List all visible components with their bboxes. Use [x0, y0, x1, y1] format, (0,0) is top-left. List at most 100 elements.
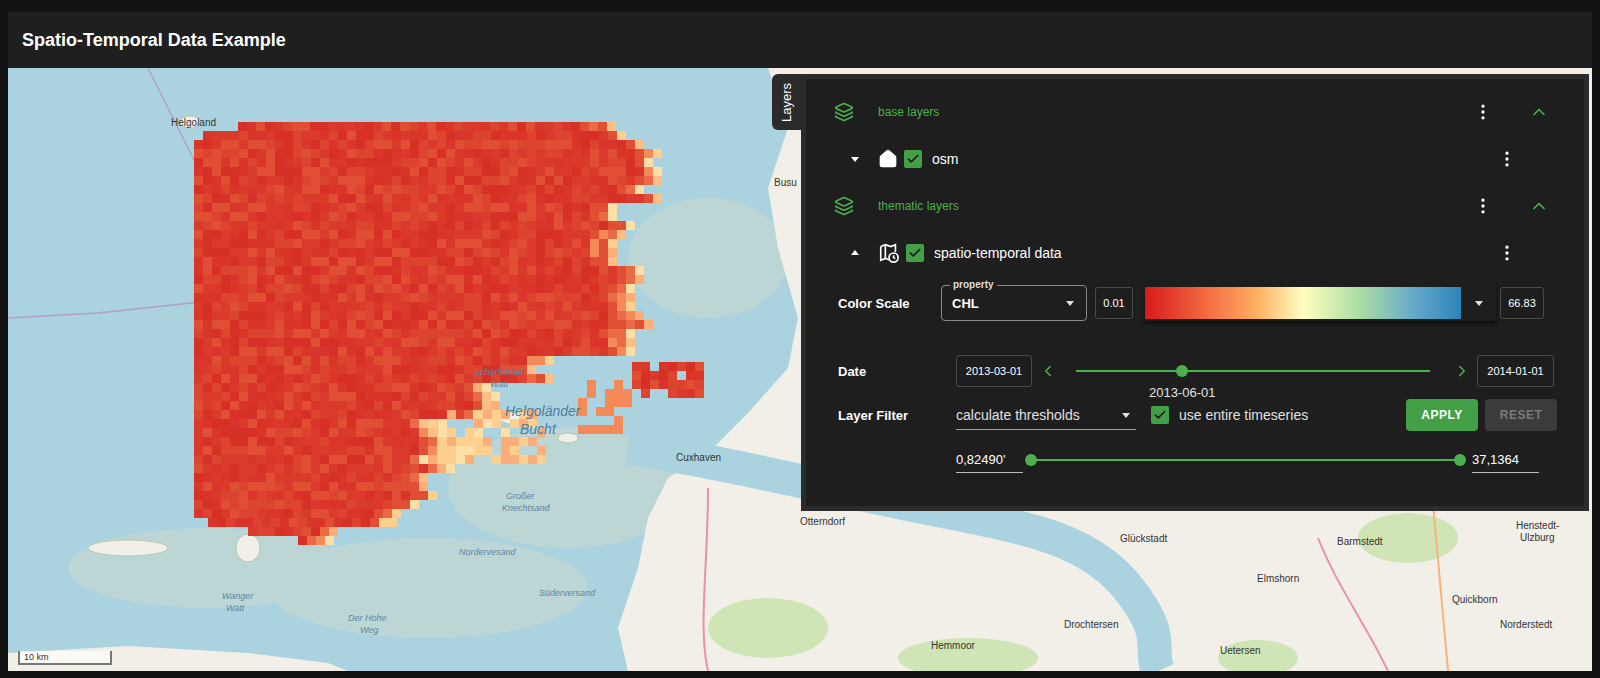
current-date: 2013-06-01 [1149, 385, 1216, 400]
map-label: Watt [490, 380, 508, 390]
map-label: Drochtersen [1064, 619, 1118, 630]
layer-control: Layers base layers osm thematic layers spati… [772, 74, 1589, 511]
property-select-label: property [950, 279, 997, 291]
layer-filter-row: Layer Filtercalculate thresholdsuse enti… [834, 396, 1557, 434]
threshold-high-handle[interactable] [1454, 454, 1466, 466]
group-collapse-button[interactable] [1521, 94, 1557, 130]
chlorophyll-heatmap [194, 122, 704, 545]
map-label: Busu [774, 177, 797, 188]
layers-icon [834, 196, 854, 216]
layer-group-title: thematic layers [878, 199, 1465, 213]
threshold-max-input[interactable]: 37,1364 [1472, 447, 1539, 473]
chevron-right-icon [1453, 362, 1471, 380]
filter-mode-select[interactable]: calculate thresholds [956, 400, 1136, 430]
chevron-up-icon [1529, 102, 1549, 122]
app-header: Spatio-Temporal Data Example [8, 12, 1592, 68]
scale-bar: 10 km [18, 651, 112, 665]
dropdown-arrow-icon [1064, 297, 1076, 309]
layers-tab-label: Layers [779, 82, 794, 121]
map-label: Der Hohe [348, 614, 387, 624]
layer-row: spatio-temporal data [834, 229, 1557, 276]
color-scale-row: Color ScalepropertyCHL0.0166.83 [834, 280, 1557, 326]
threshold-min-input[interactable]: 0,82490' [956, 447, 1023, 473]
scale-max: 66.83 [1500, 287, 1544, 319]
date-next-button[interactable] [1452, 353, 1472, 389]
kebab-icon [1497, 149, 1517, 169]
check-icon [906, 152, 920, 166]
date-slider-handle[interactable] [1176, 365, 1188, 377]
collapse-caret-icon[interactable] [848, 246, 862, 260]
color-ramp [1145, 287, 1461, 319]
filter-mode-value: calculate thresholds [956, 407, 1080, 423]
layer-menu-button[interactable] [1489, 141, 1525, 177]
date-slider[interactable]: 2013-06-01 [1068, 351, 1438, 391]
map-label: Ulzburg [1520, 532, 1554, 543]
map-label: Wanger [222, 592, 253, 602]
threshold-row: 0,82490' 37,1364 [834, 440, 1557, 480]
map-label: Glückstadt [1120, 533, 1167, 544]
apply-button[interactable]: APPLY [1406, 399, 1478, 431]
property-select[interactable]: propertyCHL [941, 285, 1087, 321]
layer-group-row: base layers [834, 88, 1557, 135]
map-label: Scharhörner [474, 368, 524, 378]
border-line [8, 68, 238, 318]
map-label: Großer [506, 492, 535, 502]
reset-button: RESET [1485, 399, 1557, 431]
layer-visibility-checkbox[interactable] [904, 150, 922, 168]
road [1318, 538, 1388, 671]
date-row: Date2013-03-012013-06-012014-01-01 [834, 346, 1557, 396]
map-label: Cuxhaven [676, 452, 721, 463]
layer-name: spatio-temporal data [934, 245, 1489, 261]
map-label: Henstedt- [1516, 520, 1559, 531]
date-slider-track: 2013-06-01 [1076, 370, 1430, 372]
entire-timeseries-checkbox[interactable] [1151, 406, 1169, 424]
map-label: Norderstedt [1500, 619, 1552, 630]
map-label: Hemmoor [931, 640, 975, 651]
map-label: Uetersen [1220, 645, 1261, 656]
layer-visibility-checkbox[interactable] [906, 244, 924, 262]
group-collapse-button[interactable] [1521, 188, 1557, 224]
map-clock-icon [878, 242, 900, 264]
dropdown-arrow-icon [1473, 297, 1485, 309]
map-label: Elmshorn [1257, 573, 1299, 584]
threshold-slider[interactable] [1023, 440, 1468, 480]
layer-group-title: base layers [878, 105, 1465, 119]
check-icon [1153, 408, 1167, 422]
map-label: Watt [226, 604, 244, 614]
color-ramp-select[interactable] [1145, 285, 1496, 321]
home-icon [878, 149, 898, 169]
layers-tab[interactable]: Layers [772, 74, 801, 130]
kebab-icon [1473, 102, 1493, 122]
mainland [618, 68, 1592, 671]
map-label: Bucht [520, 422, 556, 437]
threshold-low-handle[interactable] [1025, 454, 1037, 466]
map-label: Nordervesand [459, 548, 516, 558]
layer-menu-button[interactable] [1489, 235, 1525, 271]
dropdown-arrow-icon [1120, 409, 1132, 421]
layer-name: osm [932, 151, 1489, 167]
date-label: Date [834, 364, 956, 379]
color-ramp-arrow [1461, 297, 1496, 309]
map-label: Knechtsand [502, 504, 550, 514]
kebab-icon [1473, 196, 1493, 216]
threshold-slider-track [1031, 459, 1460, 461]
layer-group-row: thematic layers [834, 182, 1557, 229]
check-icon [908, 246, 922, 260]
expand-caret-icon[interactable] [848, 152, 862, 166]
date-start: 2013-03-01 [956, 355, 1032, 387]
layers-panel-body: base layers osm thematic layers spatio-temp… [806, 79, 1584, 506]
layer-row: osm [834, 135, 1557, 182]
road [704, 488, 708, 671]
group-menu-button[interactable] [1465, 188, 1501, 224]
date-prev-button[interactable] [1038, 353, 1058, 389]
kebab-icon [1497, 243, 1517, 263]
layers-panel: base layers osm thematic layers spatio-temp… [801, 74, 1589, 511]
coast-land [8, 646, 348, 671]
chevron-up-icon [1529, 196, 1549, 216]
map[interactable]: HelgolandBusuScharhörnerWattHelgoländerB… [8, 68, 1592, 671]
group-menu-button[interactable] [1465, 94, 1501, 130]
color-scale-label: Color Scale [834, 296, 941, 311]
chevron-left-icon [1039, 362, 1057, 380]
page: Spatio-Temporal Data ExampleHelgolandBus… [0, 0, 1600, 678]
app-title: Spatio-Temporal Data Example [22, 30, 286, 51]
